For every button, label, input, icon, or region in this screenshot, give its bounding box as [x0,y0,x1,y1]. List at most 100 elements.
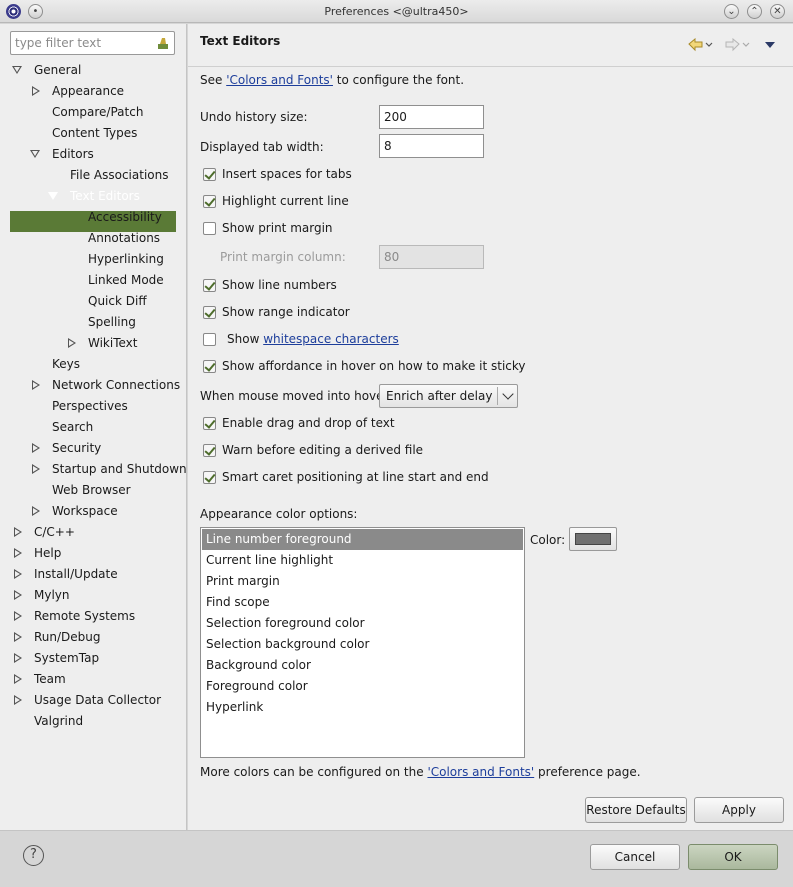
tree-item-run-debug[interactable]: Run/Debug [34,627,101,647]
tree-item-linked-mode[interactable]: Linked Mode [88,270,164,290]
minimize-button[interactable]: ⌄ [724,4,739,19]
warn-derived-checkbox[interactable] [203,444,216,457]
collapsed-twistie-icon[interactable] [14,674,22,684]
collapsed-twistie-icon[interactable] [14,569,22,579]
preference-tree-panel: type filter text General Appearance Compar… [0,24,187,851]
color-picker-button[interactable] [569,527,617,551]
color-option-item[interactable]: Print margin [202,571,523,592]
drag-drop-checkbox[interactable] [203,417,216,430]
tree-item-mylyn[interactable]: Mylyn [34,585,70,605]
appearance-color-options-label: Appearance color options: [200,507,358,521]
dialog-button-bar: ? Cancel OK [0,830,793,887]
color-label: Color: [530,533,566,547]
collapsed-twistie-icon[interactable] [14,632,22,642]
expanded-twistie-icon[interactable] [30,150,40,158]
tree-item-wikitext[interactable]: WikiText [88,333,138,353]
whitespace-characters-link[interactable]: whitespace characters [263,332,399,346]
filter-input[interactable]: type filter text [10,31,175,55]
collapsed-twistie-icon[interactable] [68,338,76,348]
color-options-list[interactable]: Line number foreground Current line highl… [200,527,525,758]
color-option-item[interactable]: Foreground color [202,676,523,697]
print-margin-column-label: Print margin column: [220,250,346,264]
tree-item-file-associations[interactable]: File Associations [70,165,168,185]
tree-item-network-connections[interactable]: Network Connections [52,375,180,395]
color-option-item[interactable]: Selection background color [202,634,523,655]
smart-caret-checkbox[interactable] [203,471,216,484]
maximize-button[interactable]: ⌃ [747,4,762,19]
tree-item-appearance[interactable]: Appearance [52,81,124,101]
restore-defaults-button[interactable]: Restore Defaults [585,797,687,823]
tree-item-spelling[interactable]: Spelling [88,312,136,332]
tree-item-editors[interactable]: Editors [52,144,94,164]
ok-button[interactable]: OK [688,844,778,870]
tree-item-team[interactable]: Team [34,669,66,689]
show-affordance-checkbox[interactable] [203,360,216,373]
undo-history-field[interactable]: 200 [379,105,484,129]
tree-item-security[interactable]: Security [52,438,101,458]
hover-behavior-dropdown[interactable]: Enrich after delay [379,384,518,408]
tree-item-install-update[interactable]: Install/Update [34,564,118,584]
color-option-item[interactable]: Line number foreground [202,529,523,550]
collapsed-twistie-icon[interactable] [32,506,40,516]
tree-item-annotations[interactable]: Annotations [88,228,160,248]
collapsed-twistie-icon[interactable] [14,611,22,621]
view-menu-icon[interactable] [764,41,776,49]
hover-label: When mouse moved into hover: [200,389,393,403]
collapsed-twistie-icon[interactable] [32,443,40,453]
tree-item-help[interactable]: Help [34,543,61,563]
tab-width-label: Displayed tab width: [200,140,324,154]
collapsed-twistie-icon[interactable] [32,86,40,96]
color-option-item[interactable]: Current line highlight [202,550,523,571]
tree-item-web-browser[interactable]: Web Browser [52,480,131,500]
show-line-numbers-label: Show line numbers [222,278,337,292]
tree-item-compare-patch[interactable]: Compare/Patch [52,102,143,122]
show-whitespace-checkbox[interactable] [203,333,216,346]
tree-item-usage-data-collector[interactable]: Usage Data Collector [34,690,161,710]
tree-item-text-editors[interactable]: Text Editors [70,186,140,206]
tree-item-remote-systems[interactable]: Remote Systems [34,606,135,626]
clear-filter-icon[interactable] [156,36,170,50]
cancel-button[interactable]: Cancel [590,844,680,870]
tree-item-workspace[interactable]: Workspace [52,501,118,521]
tree-item-startup-and-shutdown[interactable]: Startup and Shutdown [52,459,187,479]
color-option-item[interactable]: Find scope [202,592,523,613]
show-range-indicator-checkbox[interactable] [203,306,216,319]
apply-button[interactable]: Apply [694,797,784,823]
collapsed-twistie-icon[interactable] [32,464,40,474]
tree-item-hyperlinking[interactable]: Hyperlinking [88,249,164,269]
tree-item-c-c-[interactable]: C/C++ [34,522,75,542]
forward-arrow-icon[interactable] [725,38,751,52]
back-arrow-icon[interactable] [688,38,714,52]
tree-item-general[interactable]: General [34,60,81,80]
expanded-twistie-icon[interactable] [12,66,22,74]
tree-item-perspectives[interactable]: Perspectives [52,396,128,416]
insert-spaces-checkbox[interactable] [203,168,216,181]
tree-item-search[interactable]: Search [52,417,93,437]
colors-fonts-link-bottom[interactable]: 'Colors and Fonts' [427,765,534,779]
collapsed-twistie-icon[interactable] [14,527,22,537]
hover-behavior-value: Enrich after delay [386,389,493,403]
colors-fonts-link[interactable]: 'Colors and Fonts' [226,73,333,87]
more-colors-note: More colors can be configured on the 'Co… [200,765,641,779]
color-option-item[interactable]: Hyperlink [202,697,523,718]
tree-item-keys[interactable]: Keys [52,354,80,374]
color-option-item[interactable]: Selection foreground color [202,613,523,634]
help-icon[interactable]: ? [23,845,44,866]
collapsed-twistie-icon[interactable] [14,590,22,600]
tab-width-field[interactable]: 8 [379,134,484,158]
show-print-margin-checkbox[interactable] [203,222,216,235]
expanded-twistie-icon[interactable] [48,192,58,200]
collapsed-twistie-icon[interactable] [14,548,22,558]
tree-item-valgrind[interactable]: Valgrind [34,711,83,731]
close-button[interactable]: ✕ [770,4,785,19]
show-line-numbers-checkbox[interactable] [203,279,216,292]
tree-item-accessibility[interactable]: Accessibility [88,207,162,227]
tree-item-systemtap[interactable]: SystemTap [34,648,99,668]
tree-item-content-types[interactable]: Content Types [52,123,137,143]
tree-item-quick-diff[interactable]: Quick Diff [88,291,147,311]
color-option-item[interactable]: Background color [202,655,523,676]
collapsed-twistie-icon[interactable] [32,380,40,390]
collapsed-twistie-icon[interactable] [14,653,22,663]
highlight-line-checkbox[interactable] [203,195,216,208]
collapsed-twistie-icon[interactable] [14,695,22,705]
